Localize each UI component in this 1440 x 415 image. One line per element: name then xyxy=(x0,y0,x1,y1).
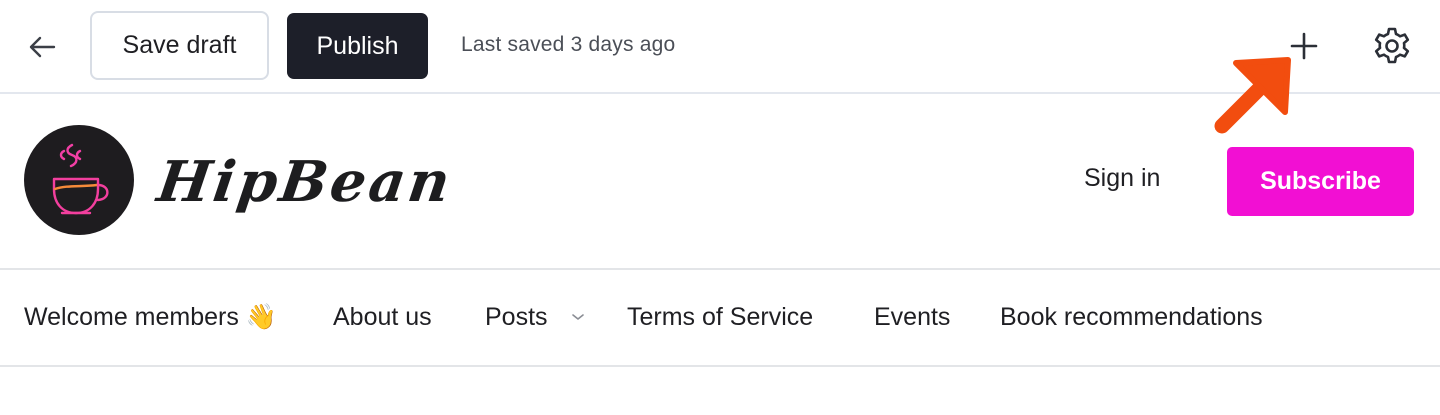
nav-item-terms-of-service[interactable]: Terms of Service xyxy=(627,303,813,332)
site-header: HipBean Sign in Subscribe xyxy=(0,94,1440,270)
save-draft-button[interactable]: Save draft xyxy=(90,11,269,80)
arrow-left-icon xyxy=(29,36,56,58)
nav-item-welcome-members[interactable]: Welcome members 👋 xyxy=(24,303,277,332)
nav-item-about-us[interactable]: About us xyxy=(333,303,432,332)
sign-in-link[interactable]: Sign in xyxy=(1084,164,1160,193)
brand-name[interactable]: HipBean xyxy=(152,142,458,222)
last-saved-status: Last saved 3 days ago xyxy=(461,33,676,56)
nav-item-posts[interactable]: Posts xyxy=(485,303,548,332)
nav-item-book-recommendations[interactable]: Book recommendations xyxy=(1000,303,1263,332)
nav-item-events[interactable]: Events xyxy=(874,303,950,332)
publish-button[interactable]: Publish xyxy=(287,13,428,79)
settings-button[interactable] xyxy=(1368,22,1416,70)
coffee-cup-icon[interactable] xyxy=(24,125,134,235)
chevron-down-icon[interactable] xyxy=(571,312,585,322)
subscribe-button[interactable]: Subscribe xyxy=(1227,147,1414,216)
gear-icon xyxy=(1374,27,1410,64)
back-button[interactable] xyxy=(22,27,62,67)
site-nav: Welcome members 👋 About us Posts Terms o… xyxy=(0,270,1440,367)
